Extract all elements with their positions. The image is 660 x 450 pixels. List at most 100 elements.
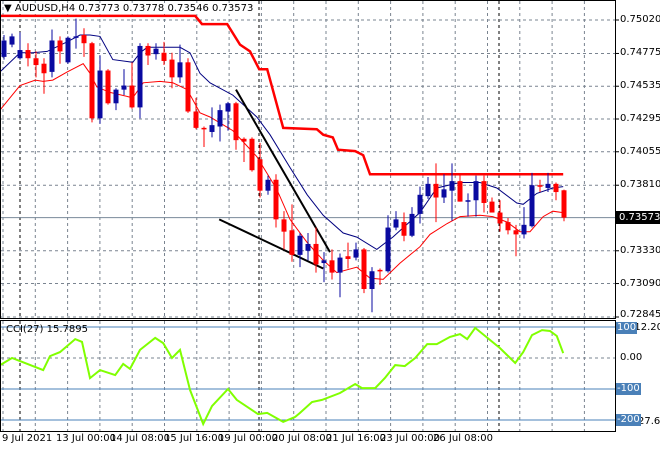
price-label: 0.73090 bbox=[620, 278, 660, 289]
candle-body bbox=[281, 219, 287, 232]
candle bbox=[209, 107, 215, 138]
candle-body bbox=[113, 89, 119, 104]
price-label: 0.73330 bbox=[620, 245, 660, 256]
ohlc-high: 0.73778 bbox=[122, 3, 165, 14]
candle-body bbox=[225, 103, 231, 112]
candle-body bbox=[449, 181, 455, 191]
candle bbox=[529, 172, 535, 228]
candle bbox=[105, 69, 111, 105]
candle bbox=[337, 253, 343, 298]
candle-body bbox=[241, 138, 247, 142]
candle-body bbox=[185, 62, 191, 112]
candle bbox=[273, 174, 279, 228]
candle bbox=[409, 207, 415, 238]
candle bbox=[385, 215, 391, 273]
cci-level-100: 100 bbox=[616, 322, 638, 334]
candle-body bbox=[289, 230, 295, 255]
date-label: 19 Jul 00:00 bbox=[218, 433, 278, 444]
candle-body bbox=[257, 159, 263, 191]
date-label: 21 Jul 16:00 bbox=[326, 433, 386, 444]
price-label: 0.72845 bbox=[620, 309, 660, 320]
candle-body bbox=[433, 183, 439, 198]
price-label: 0.74295 bbox=[620, 113, 660, 124]
candle-body bbox=[49, 40, 55, 72]
candle bbox=[121, 69, 127, 96]
candle-body bbox=[465, 200, 471, 202]
candle-body bbox=[129, 85, 135, 108]
candle bbox=[41, 58, 47, 94]
candle bbox=[481, 175, 487, 213]
candle bbox=[33, 51, 39, 78]
cci-level-minus100: -100 bbox=[616, 383, 641, 395]
candle bbox=[377, 268, 383, 285]
candle-body bbox=[369, 271, 375, 290]
price-label: 0.74775 bbox=[620, 47, 660, 58]
candle-body bbox=[537, 185, 543, 187]
candle bbox=[497, 200, 503, 232]
candle bbox=[449, 163, 455, 221]
candle-body bbox=[233, 103, 239, 141]
candle-body bbox=[329, 260, 335, 273]
candle-body bbox=[17, 50, 23, 59]
candle-body bbox=[193, 111, 199, 128]
date-label: 26 Jul 08:00 bbox=[433, 433, 493, 444]
current-price-label: 0.73573 bbox=[616, 211, 660, 224]
candle-body bbox=[313, 243, 319, 265]
ohlc-low: 0.73546 bbox=[167, 3, 209, 14]
candle-body bbox=[297, 235, 303, 255]
candle-body bbox=[545, 183, 551, 188]
triangle-down-icon[interactable]: ▼ bbox=[4, 3, 12, 14]
candle bbox=[65, 36, 71, 64]
candle bbox=[473, 175, 479, 217]
chart-canvas[interactable] bbox=[0, 0, 660, 450]
candle-body bbox=[145, 45, 151, 56]
candle bbox=[537, 179, 543, 193]
cci-panel[interactable] bbox=[0, 326, 615, 427]
candle-body bbox=[153, 48, 159, 55]
candle-body bbox=[177, 62, 183, 78]
date-label: 15 Jul 16:00 bbox=[164, 433, 224, 444]
candle bbox=[9, 33, 15, 48]
candle-body bbox=[25, 50, 31, 59]
candle bbox=[393, 211, 399, 231]
candle bbox=[401, 212, 407, 242]
candle bbox=[145, 43, 151, 66]
price-panel[interactable] bbox=[0, 14, 567, 313]
ohlc-close: 0.73573 bbox=[212, 3, 254, 14]
candle-body bbox=[209, 125, 215, 132]
candle bbox=[305, 233, 311, 261]
candle bbox=[425, 177, 431, 199]
candle-body bbox=[561, 190, 567, 218]
candle-body bbox=[249, 138, 255, 171]
candle-body bbox=[521, 224, 527, 235]
candle-body bbox=[217, 110, 223, 127]
cci-zero-label: 0.00 bbox=[620, 352, 643, 363]
candle-body bbox=[105, 70, 111, 104]
date-label: 23 Jul 00:00 bbox=[380, 433, 440, 444]
candle-body bbox=[273, 179, 279, 220]
price-label: 0.73810 bbox=[620, 179, 660, 190]
candle bbox=[113, 88, 119, 111]
candle bbox=[129, 62, 135, 109]
candle-body bbox=[409, 213, 415, 236]
candle bbox=[81, 28, 87, 57]
candle-body bbox=[1, 40, 7, 57]
candle-body bbox=[401, 222, 407, 236]
candle bbox=[553, 182, 559, 201]
candle-body bbox=[9, 36, 15, 45]
candle bbox=[17, 32, 23, 60]
candle bbox=[441, 174, 447, 203]
candle bbox=[433, 163, 439, 223]
candle-body bbox=[169, 59, 175, 78]
candle bbox=[241, 137, 247, 163]
candle-body bbox=[417, 194, 423, 214]
candle bbox=[345, 242, 351, 269]
candle bbox=[505, 217, 511, 235]
candle-body bbox=[121, 85, 127, 90]
candle bbox=[353, 242, 359, 261]
candle bbox=[457, 174, 463, 202]
candle-body bbox=[89, 43, 95, 119]
candle bbox=[73, 18, 79, 49]
candle bbox=[49, 29, 55, 78]
candle-body bbox=[33, 58, 39, 66]
